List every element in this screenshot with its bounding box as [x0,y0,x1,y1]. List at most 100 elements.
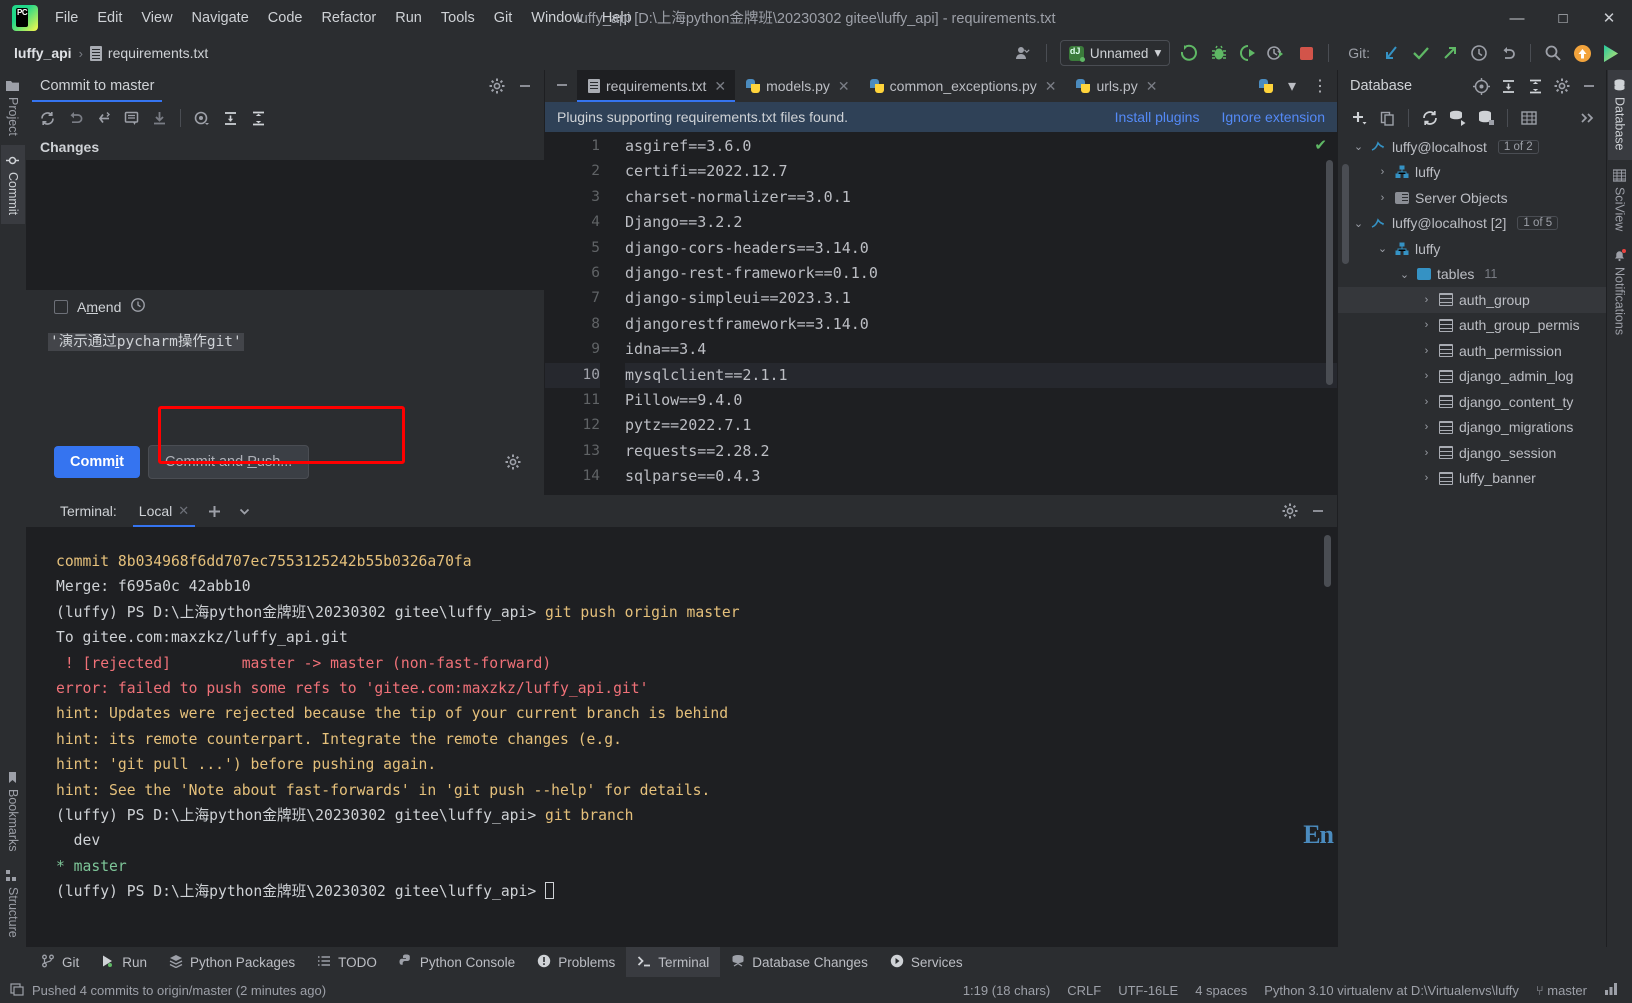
db-table-django-migrations[interactable]: › django_migrations [1338,415,1606,441]
terminal-output[interactable]: commit 8b034968f6dd707ec7553125242b55b03… [26,527,1337,947]
toolwindow-git[interactable]: Git [30,947,90,977]
db-table-auth-group[interactable]: › auth_group [1338,287,1606,313]
db-table-auth-group-permissions[interactable]: › auth_group_permis [1338,313,1606,339]
commit-message-history-icon[interactable] [130,297,146,318]
toolwindow-python-console[interactable]: Python Console [388,947,526,977]
caret-position[interactable]: 1:19 (18 chars) [963,983,1050,998]
status-message[interactable]: Pushed 4 commits to origin/master (2 min… [32,983,326,998]
stop-button[interactable] [1293,40,1319,66]
refresh-icon[interactable] [1417,106,1443,130]
run-button[interactable] [1177,40,1203,66]
git-push-icon[interactable] [1437,40,1463,66]
menu-git[interactable]: Git [485,6,522,30]
search-everywhere-icon[interactable] [1540,40,1566,66]
preview-diff-icon[interactable] [189,106,215,130]
line-separator[interactable]: CRLF [1067,983,1101,998]
revert-icon[interactable] [90,106,116,130]
changes-list[interactable] [26,160,544,290]
db-tables-folder[interactable]: ⌄ tables 11 [1338,262,1606,288]
minimize-icon[interactable] [1576,74,1602,98]
toolwindow-services[interactable]: Services [879,947,974,977]
toolwindow-python-packages[interactable]: Python Packages [158,947,306,977]
breadcrumb-project[interactable]: luffy_api [14,45,72,61]
db-schema-luffy-1[interactable]: › luffy [1338,160,1606,186]
terminal-scrollbar[interactable] [1324,535,1331,587]
code-editor[interactable]: 1 2 3 4 5 6 7 8 9 10 11 12 13 14 asgiref… [545,132,1337,495]
install-plugins-link[interactable]: Install plugins [1115,109,1200,125]
tab-urls-py[interactable]: urls.py ✕ [1065,70,1166,102]
db-connection-luffy-2[interactable]: ⌄ luffy@localhost [2] 1 of 5 [1338,211,1606,237]
chevron-right-icon[interactable]: › [1420,319,1433,331]
collapse-all-icon[interactable] [245,106,271,130]
close-icon[interactable]: ✕ [714,78,726,95]
sidebar-item-bookmarks[interactable]: Bookmarks [1,762,25,861]
db-table-luffy-banner[interactable]: › luffy_banner [1338,466,1606,492]
commit-options-gear-icon[interactable] [500,450,526,474]
file-encoding[interactable]: UTF-16LE [1118,983,1178,998]
db-table-django-admin-log[interactable]: › django_admin_log [1338,364,1606,390]
db-table-auth-permission[interactable]: › auth_permission [1338,338,1606,364]
menu-view[interactable]: View [132,6,181,30]
toolwindow-terminal[interactable]: Terminal [626,947,721,977]
run-with-coverage-button[interactable] [1235,40,1261,66]
menu-run[interactable]: Run [386,6,431,30]
commit-tab[interactable]: Commit to master [26,70,168,102]
db-properties-icon[interactable] [1473,106,1499,130]
chevron-down-icon[interactable]: ⌄ [1398,268,1411,281]
toolwindow-run[interactable]: Run [90,947,158,977]
tab-requirements-txt[interactable]: requirements.txt ✕ [577,70,736,102]
user-account-icon[interactable] [1011,40,1037,66]
tab-models-py[interactable]: models.py ✕ [735,70,859,102]
collapse-all-icon[interactable] [1522,74,1548,98]
menu-file[interactable]: File [46,6,87,30]
database-tree[interactable]: ⌄ luffy@localhost 1 of 2 › luffy › Serve… [1338,134,1606,947]
message-history-icon[interactable] [118,106,144,130]
chevron-down-icon[interactable]: ⌄ [1352,140,1365,153]
sidebar-item-commit[interactable]: Commit [1,144,25,224]
editor-scrollbar[interactable] [1326,160,1333,385]
close-icon[interactable]: ✕ [1045,78,1057,95]
sidebar-item-sciview[interactable]: SciView [1608,160,1632,240]
ide-feature-trainer-icon[interactable] [1598,40,1624,66]
event-log-icon[interactable] [10,982,24,999]
debug-button[interactable] [1206,40,1232,66]
terminal-tab-local[interactable]: Local ✕ [131,495,197,527]
close-button[interactable]: ✕ [1586,0,1632,36]
commit-button[interactable]: Commit [54,446,140,478]
code-content[interactable]: asgiref==3.6.0 certifi==2022.12.7 charse… [611,132,1337,495]
menu-code[interactable]: Code [259,6,312,30]
chevron-right-icon[interactable]: › [1420,294,1433,306]
gear-icon[interactable] [1277,499,1303,523]
db-table-django-content-type[interactable]: › django_content_ty [1338,389,1606,415]
minimize-button[interactable]: — [1494,0,1540,36]
table-editor-icon[interactable] [1516,106,1542,130]
sidebar-item-notifications[interactable]: Notifications [1608,240,1632,344]
git-commit-icon[interactable] [1408,40,1434,66]
run-query-icon[interactable] [1445,106,1471,130]
refresh-icon[interactable] [34,106,60,130]
db-table-django-session[interactable]: › django_session [1338,440,1606,466]
minimize-icon[interactable] [512,74,538,98]
run-configuration-selector[interactable]: Unnamed ▾ [1059,40,1171,66]
menu-help[interactable]: Help [593,6,641,30]
hide-panel-icon[interactable] [549,73,575,97]
rollback-icon[interactable] [62,106,88,130]
chevron-down-icon[interactable]: ▾ [1279,74,1305,98]
expand-all-icon[interactable] [1495,74,1521,98]
amend-checkbox[interactable] [54,300,68,314]
sidebar-item-structure[interactable]: Structure [1,860,25,947]
commit-message-input[interactable]: '演示通过pycharm操作git' [26,324,544,429]
menu-edit[interactable]: Edit [88,6,131,30]
more-options-icon[interactable] [1574,106,1600,130]
gear-icon[interactable] [484,74,510,98]
close-icon[interactable]: ✕ [178,503,189,519]
tab-common-exceptions-py[interactable]: common_exceptions.py ✕ [859,70,1066,102]
menu-tools[interactable]: Tools [432,6,484,30]
chevron-right-icon[interactable]: › [1420,396,1433,408]
database-tree-scrollbar[interactable] [1342,164,1349,264]
toolwindow-todo[interactable]: TODO [306,947,388,977]
menu-window[interactable]: Window [522,6,592,30]
close-icon[interactable]: ✕ [1146,78,1158,95]
update-icon[interactable] [146,106,172,130]
git-rollback-icon[interactable] [1495,40,1521,66]
